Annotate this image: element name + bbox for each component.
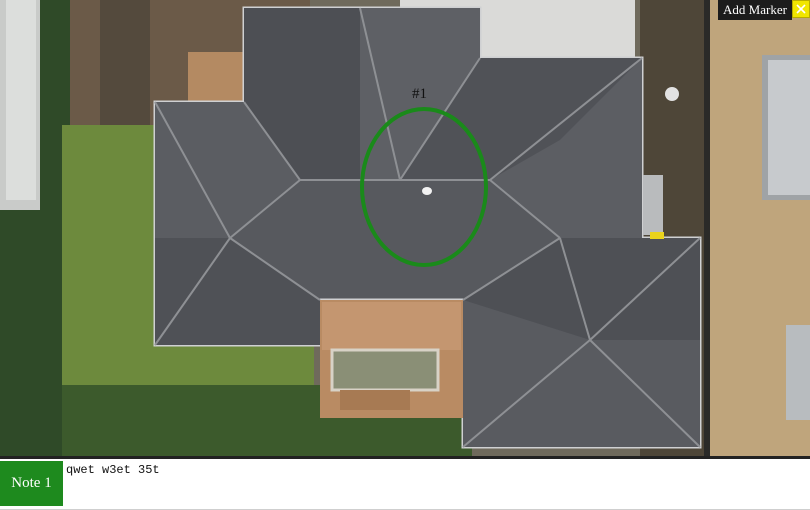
garden-flowers (665, 87, 679, 101)
neighbor-roof-left-face (6, 0, 36, 200)
close-icon (796, 4, 806, 14)
neighbor-roof-right-lower (786, 325, 810, 420)
utility-marker (650, 232, 664, 239)
deck-step (340, 390, 410, 410)
aerial-roof-photo (0, 0, 810, 456)
note-text-field[interactable]: qwet w3et 35t (66, 461, 806, 508)
fence-right (704, 0, 710, 456)
image-annotation-app: #1 Add Marker Note 1 qwet w3et 35t (0, 0, 810, 510)
note-tab-1[interactable]: Note 1 (0, 461, 63, 506)
pond (330, 348, 440, 392)
neighbor-roof-right-face (768, 60, 810, 195)
utility-box (643, 175, 663, 235)
add-marker-button[interactable]: Add Marker (718, 0, 792, 20)
courtyard-deck-upper (322, 302, 461, 350)
roof-vent (422, 187, 432, 195)
aerial-photo-viewer[interactable]: #1 Add Marker (0, 0, 810, 456)
deck-top (188, 52, 244, 102)
notes-panel: Note 1 qwet w3et 35t (0, 459, 810, 510)
close-button[interactable] (792, 0, 810, 18)
